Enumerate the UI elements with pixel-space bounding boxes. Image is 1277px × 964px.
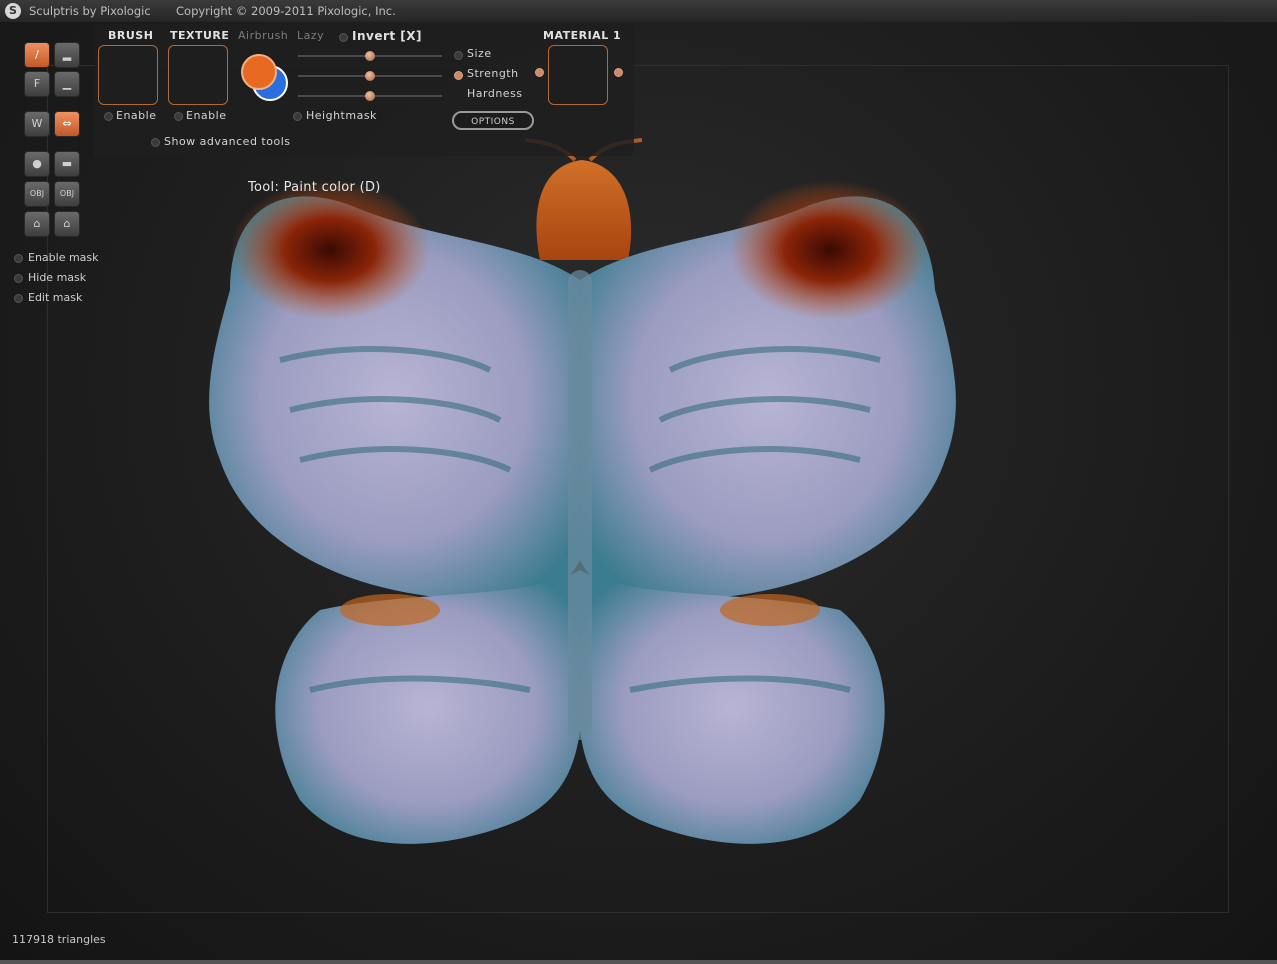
bottom-divider xyxy=(0,960,1277,964)
flatten-tool-button[interactable]: ▂ xyxy=(54,42,80,68)
show-advanced-radio[interactable] xyxy=(151,138,160,147)
enable-mask-radio[interactable] xyxy=(14,254,23,263)
airbrush-toggle[interactable]: Airbrush xyxy=(238,29,288,42)
lazy-toggle[interactable]: Lazy xyxy=(297,29,324,42)
export-obj-button[interactable]: OBJ xyxy=(54,181,80,207)
sculptris-logo-icon: S xyxy=(5,3,21,19)
butterfly-head xyxy=(536,160,632,260)
size-label: Size xyxy=(467,47,492,60)
sphere-tool-button[interactable]: ● xyxy=(24,151,50,177)
brush-label: BRUSH xyxy=(108,29,154,42)
enable-mask-label: Enable mask xyxy=(28,251,99,264)
draw-tool-button[interactable]: / xyxy=(24,42,50,68)
inflate-tool-button[interactable]: ▁ xyxy=(54,71,80,97)
edit-mask-label: Edit mask xyxy=(28,291,83,304)
app-title: Sculptris by Pixologic xyxy=(29,4,151,18)
import-obj-button[interactable]: OBJ xyxy=(24,181,50,207)
plane-tool-button[interactable]: ▬ xyxy=(54,151,80,177)
hide-mask-label: Hide mask xyxy=(28,271,87,284)
edit-mask-radio[interactable] xyxy=(14,294,23,303)
brush-enable-label: Enable xyxy=(116,109,157,122)
lower-spot-right xyxy=(720,594,820,626)
show-advanced-label: Show advanced tools xyxy=(164,135,291,148)
butterfly-body xyxy=(568,270,592,740)
texture-label: TEXTURE xyxy=(170,29,230,42)
brush-slot[interactable] xyxy=(98,45,158,105)
open-file-button[interactable]: ⌂ xyxy=(24,211,50,237)
copyright-text: Copyright © 2009-2011 Pixologic, Inc. xyxy=(176,4,396,18)
size-slider-knob[interactable] xyxy=(365,51,375,61)
hardness-label: Hardness xyxy=(467,87,523,100)
size-radio[interactable] xyxy=(454,51,463,60)
material-prev-dot[interactable] xyxy=(535,68,544,77)
strength-label: Strength xyxy=(467,67,519,80)
lower-spot-left xyxy=(340,594,440,626)
texture-enable-label: Enable xyxy=(186,109,227,122)
grab-tool-button[interactable]: ⇔ xyxy=(54,111,80,137)
hardness-slider-knob[interactable] xyxy=(365,91,375,101)
hide-mask-radio[interactable] xyxy=(14,274,23,283)
wing-spot-left xyxy=(230,180,430,320)
triangle-count: 117918 triangles xyxy=(12,933,106,946)
invert-label: Invert [X] xyxy=(352,29,423,43)
texture-slot[interactable] xyxy=(168,45,228,105)
save-file-button[interactable]: ⌂ xyxy=(54,211,80,237)
material-next-dot[interactable] xyxy=(614,68,623,77)
texture-enable-radio[interactable] xyxy=(174,112,183,121)
wing-spot-right xyxy=(730,180,930,320)
options-button[interactable]: OPTIONS xyxy=(452,111,534,130)
material-label: MATERIAL 1 xyxy=(543,29,622,42)
invert-radio[interactable] xyxy=(339,33,348,42)
tool-options-panel: BRUSH TEXTURE Airbrush Lazy Invert [X] E… xyxy=(94,24,634,156)
title-bar: S Sculptris by Pixologic Copyright © 200… xyxy=(0,0,1277,22)
heightmask-radio[interactable] xyxy=(293,112,302,121)
primary-color-swatch[interactable] xyxy=(241,54,277,90)
brush-enable-radio[interactable] xyxy=(104,112,113,121)
strength-slider-knob[interactable] xyxy=(365,71,375,81)
butterfly-model[interactable] xyxy=(190,130,970,870)
strength-radio[interactable] xyxy=(454,71,463,80)
current-tool-label: Tool: Paint color (D) xyxy=(248,180,381,195)
material-slot[interactable] xyxy=(548,45,608,105)
symmetry-tool-button[interactable]: W xyxy=(24,111,50,137)
sculptris-window: S Sculptris by Pixologic Copyright © 200… xyxy=(0,0,1277,964)
f-tool-button[interactable]: F xyxy=(24,71,50,97)
heightmask-label: Heightmask xyxy=(306,109,377,122)
